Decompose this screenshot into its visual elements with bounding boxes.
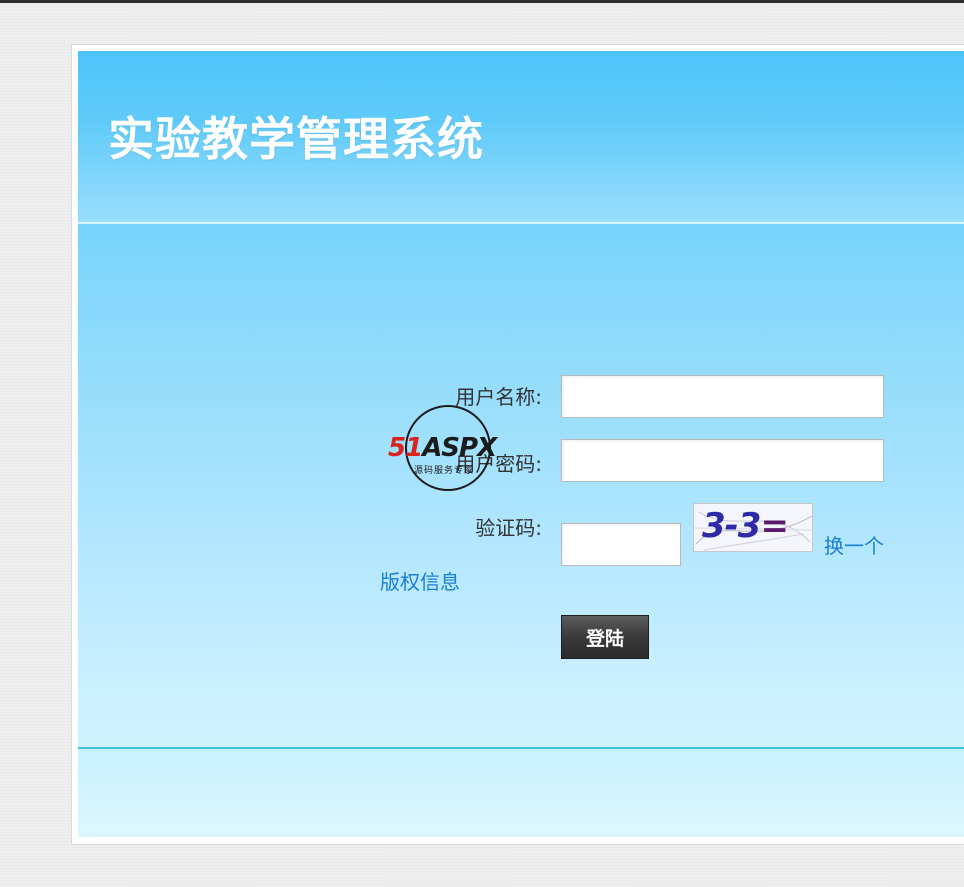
captcha-label: 验证码:	[475, 516, 542, 540]
login-panel: 实验教学管理系统 用户名称: 用户密码: 验证码: 3-3= 换一个 版权信息 …	[78, 51, 964, 837]
captcha-image[interactable]: 3-3=	[693, 503, 813, 552]
copyright-link[interactable]: 版权信息	[380, 566, 460, 595]
header-divider	[78, 222, 964, 224]
watermark-brand: 51ASPX	[388, 433, 497, 463]
watermark-logo: 51ASPX 源码服务专家	[388, 405, 518, 495]
refresh-captcha-link[interactable]: 换一个	[824, 530, 884, 559]
login-button[interactable]: 登陆	[561, 615, 649, 659]
username-input[interactable]	[561, 375, 884, 418]
watermark-tagline: 源码服务专家	[414, 466, 475, 476]
footer-area	[78, 749, 964, 837]
password-input[interactable]	[561, 439, 884, 482]
captcha-text: 3-3=	[702, 506, 789, 546]
captcha-input[interactable]	[561, 523, 681, 566]
app-title: 实验教学管理系统	[108, 112, 484, 166]
